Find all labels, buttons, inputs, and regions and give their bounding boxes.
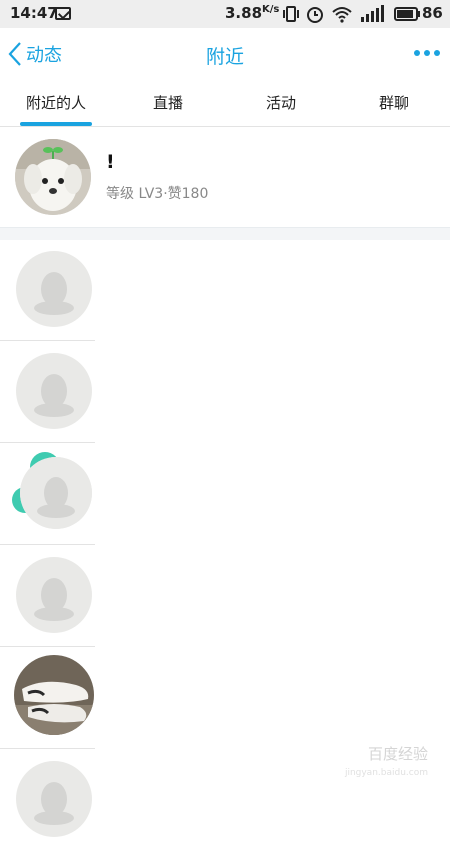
more-dot-icon [434,50,440,56]
default-penguin-icon [34,782,74,825]
tab-nearby-people[interactable]: 附近的人 [0,80,112,126]
tab-label: 直播 [152,94,183,112]
wifi-icon [332,7,352,23]
avatar [14,655,94,735]
page-title: 附近 [205,46,244,68]
profile-level-likes: 等级 LV3·赞180 [106,186,209,202]
network-speed: 3.88K/s [225,4,280,22]
dog-avatar-image [15,139,91,215]
notification-icon [55,7,71,20]
list-item[interactable] [0,443,450,545]
vibrate-icon [283,6,299,22]
status-time: 14:47 [10,4,58,22]
my-profile-card[interactable]: ! 等级 LV3·赞180 [0,127,450,227]
avatar [20,457,92,529]
status-bar: 14:47 3.88K/s 86 [0,0,450,28]
tab-label: 群聊 [378,94,409,112]
watermark-url: jingyan.baidu.com [344,768,428,778]
shoe-photo-image [14,655,94,735]
default-penguin-icon [34,578,74,621]
avatar [16,761,92,837]
tab-bar: 附近的人 直播 活动 群聊 [0,80,450,127]
list-item[interactable] [0,647,450,749]
signal-icon [361,5,384,22]
alarm-icon [307,7,323,23]
battery-level: 86 [422,4,443,22]
more-dot-icon [424,50,430,56]
profile-name: ! [106,151,115,173]
tab-live[interactable]: 直播 [112,80,224,126]
list-item[interactable] [0,545,450,647]
more-options-button[interactable] [414,46,440,60]
tab-events[interactable]: 活动 [225,80,337,126]
more-dot-icon [414,50,420,56]
my-avatar[interactable] [15,139,91,215]
tab-label: 附近的人 [25,94,86,112]
list-item[interactable] [0,749,450,851]
default-penguin-icon [34,374,74,417]
active-tab-indicator [20,122,92,126]
avatar [16,557,92,633]
default-penguin-icon [20,457,92,529]
nav-header: 动态 附近 [0,28,450,80]
watermark-text: 百度经验 [367,745,428,763]
list-item[interactable] [0,239,450,341]
battery-icon [394,7,420,21]
tab-label: 活动 [265,94,296,112]
list-item[interactable] [0,341,450,443]
avatar [16,353,92,429]
tab-group-chat[interactable]: 群聊 [338,80,450,126]
avatar [16,251,92,327]
default-penguin-icon [34,272,74,315]
